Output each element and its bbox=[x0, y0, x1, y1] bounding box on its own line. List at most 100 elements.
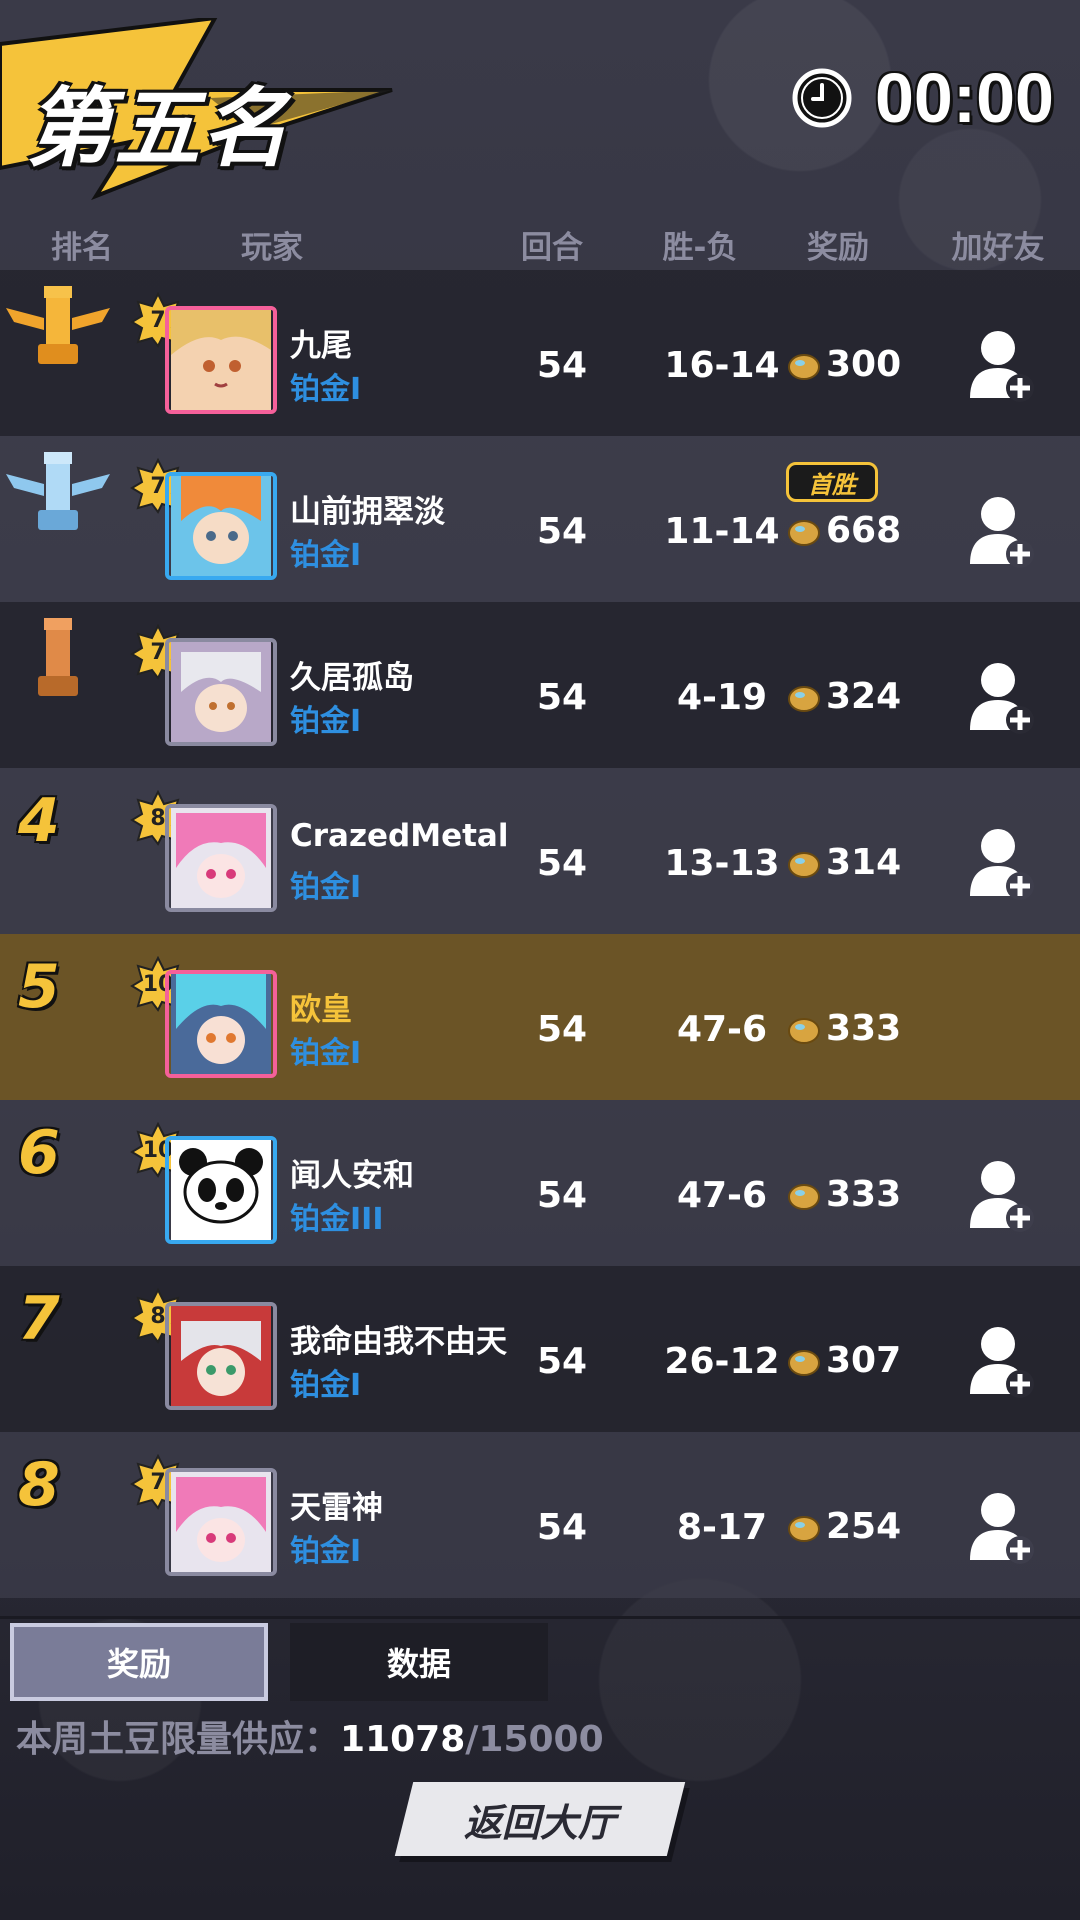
table-row: 7 久居孤岛 铂金I 54 4-19 324 bbox=[0, 602, 1080, 768]
add-friend-icon[interactable] bbox=[968, 328, 1036, 404]
rank-number: 7 bbox=[18, 1284, 60, 1354]
reward: 324 bbox=[786, 676, 901, 717]
rounds: 54 bbox=[536, 345, 588, 386]
col-win-loss: 胜-负 bbox=[662, 230, 738, 266]
table-row-self: 5 10 欧皇 铂金I 54 47-6 333 bbox=[0, 934, 1080, 1100]
add-friend-icon[interactable] bbox=[968, 1490, 1036, 1566]
rounds: 54 bbox=[536, 1341, 588, 1382]
player-name: 天雷神 bbox=[290, 1490, 383, 1526]
win-loss: 11-14 bbox=[664, 511, 780, 552]
player-tier: 铂金I bbox=[290, 870, 362, 905]
player-name: CrazedMetal bbox=[290, 818, 509, 854]
supply-max: /15000 bbox=[465, 1719, 604, 1760]
potato-coin-icon bbox=[788, 1349, 820, 1376]
avatar[interactable] bbox=[165, 1136, 277, 1244]
table-row: 7 九尾 铂金I 54 16-14 300 bbox=[0, 270, 1080, 436]
win-loss: 4-19 bbox=[676, 677, 768, 718]
avatar[interactable] bbox=[165, 472, 277, 580]
timer: 00:00 bbox=[791, 58, 1054, 138]
player-name: 我命由我不由天 bbox=[290, 1324, 507, 1360]
player-tier: 铂金I bbox=[290, 372, 362, 407]
add-friend-icon[interactable] bbox=[968, 826, 1036, 902]
timer-value: 00:00 bbox=[874, 59, 1054, 137]
win-loss: 16-14 bbox=[664, 345, 780, 386]
avatar[interactable] bbox=[165, 1302, 277, 1410]
rounds: 54 bbox=[536, 677, 588, 718]
rank-number: 5 bbox=[18, 952, 60, 1022]
potato-coin-icon bbox=[788, 851, 820, 878]
rounds: 54 bbox=[536, 843, 588, 884]
silver-trophy-icon bbox=[6, 452, 110, 530]
rounds: 54 bbox=[536, 1009, 588, 1050]
rank-number: 8 bbox=[18, 1450, 60, 1520]
player-tier: 铂金I bbox=[290, 1534, 362, 1569]
table-row: 4 8 CrazedMetal 铂金I 54 13-13 314 bbox=[0, 768, 1080, 934]
player-name: 久居孤岛 bbox=[290, 660, 414, 696]
reward: 300 bbox=[786, 344, 901, 385]
page-title: 第五名 bbox=[26, 79, 290, 179]
player-tier: 铂金I bbox=[290, 1368, 362, 1403]
add-friend-icon[interactable] bbox=[968, 1158, 1036, 1234]
win-loss: 13-13 bbox=[664, 843, 780, 884]
potato-coin-icon bbox=[788, 1017, 820, 1044]
player-tier: 铂金III bbox=[290, 1202, 384, 1237]
table-row: 8 7 天雷神 铂金I 54 8-17 254 bbox=[0, 1432, 1080, 1598]
rounds: 54 bbox=[536, 1175, 588, 1216]
avatar[interactable] bbox=[165, 638, 277, 746]
reward: 307 bbox=[786, 1340, 901, 1381]
potato-coin-icon bbox=[788, 519, 820, 546]
potato-coin-icon bbox=[788, 685, 820, 712]
supply-current: 11078 bbox=[340, 1719, 466, 1760]
reward: 333 bbox=[786, 1008, 901, 1049]
win-loss: 8-17 bbox=[676, 1507, 768, 1548]
rounds: 54 bbox=[536, 1507, 588, 1548]
reward: 333 bbox=[786, 1174, 901, 1215]
reward: 668 bbox=[786, 510, 901, 551]
rounds: 54 bbox=[536, 511, 588, 552]
player-tier: 铂金I bbox=[290, 538, 362, 573]
bronze-trophy-icon bbox=[38, 618, 78, 696]
col-add-friend: 加好友 bbox=[951, 230, 1045, 266]
avatar[interactable] bbox=[165, 1468, 277, 1576]
return-lobby-label: 返回大厅 bbox=[463, 1800, 616, 1845]
table-row: 6 10 闻人安和 铂金III 54 47-6 333 bbox=[0, 1100, 1080, 1266]
player-name: 欧皇 bbox=[290, 992, 352, 1028]
supply-label: 本周土豆限量供应： bbox=[16, 1719, 341, 1760]
add-friend-icon[interactable] bbox=[968, 660, 1036, 736]
avatar[interactable] bbox=[165, 306, 277, 414]
rank-number: 6 bbox=[18, 1118, 60, 1188]
potato-coin-icon bbox=[788, 1515, 820, 1542]
reward: 314 bbox=[786, 842, 901, 883]
win-loss: 47-6 bbox=[676, 1175, 768, 1216]
win-loss: 26-12 bbox=[664, 1341, 780, 1382]
clock-icon bbox=[792, 68, 852, 128]
player-tier: 铂金I bbox=[290, 704, 362, 739]
player-tier: 铂金I bbox=[290, 1036, 362, 1071]
avatar[interactable] bbox=[165, 804, 277, 912]
add-friend-icon[interactable] bbox=[968, 494, 1036, 570]
reward: 254 bbox=[786, 1506, 901, 1547]
player-name: 山前拥翠淡 bbox=[290, 494, 445, 530]
gold-trophy-icon bbox=[6, 286, 110, 364]
first-win-badge: 首胜 bbox=[786, 462, 878, 502]
player-name: 闻人安和 bbox=[290, 1158, 414, 1194]
table-row: 7 山前拥翠淡 铂金I 54 11-14 首胜 668 bbox=[0, 436, 1080, 602]
table-row: 7 8 我命由我不由天 铂金I 54 26-12 307 bbox=[0, 1266, 1080, 1432]
column-headers: 排名 玩家 回合 胜-负 奖励 加好友 bbox=[0, 222, 1080, 268]
col-rank: 排名 bbox=[51, 230, 113, 266]
avatar[interactable] bbox=[165, 970, 277, 1078]
tab-bar: 奖励 数据 bbox=[0, 1616, 1080, 1701]
potato-coin-icon bbox=[788, 353, 820, 380]
potato-coin-icon bbox=[788, 1183, 820, 1210]
tab-stats[interactable]: 数据 bbox=[290, 1623, 548, 1701]
return-lobby-button[interactable]: 返回大厅 bbox=[394, 1782, 686, 1856]
add-friend-icon[interactable] bbox=[968, 1324, 1036, 1400]
leaderboard: 7 九尾 铂金I 54 16-14 300 7 山前拥翠淡 铂金I 54 11-… bbox=[0, 270, 1080, 1598]
tab-rewards[interactable]: 奖励 bbox=[10, 1623, 268, 1701]
col-reward: 奖励 bbox=[807, 230, 869, 266]
col-player: 玩家 bbox=[241, 230, 303, 266]
col-rounds: 回合 bbox=[521, 230, 583, 266]
player-name: 九尾 bbox=[290, 328, 352, 364]
rank-number: 4 bbox=[18, 786, 60, 856]
win-loss: 47-6 bbox=[676, 1009, 768, 1050]
